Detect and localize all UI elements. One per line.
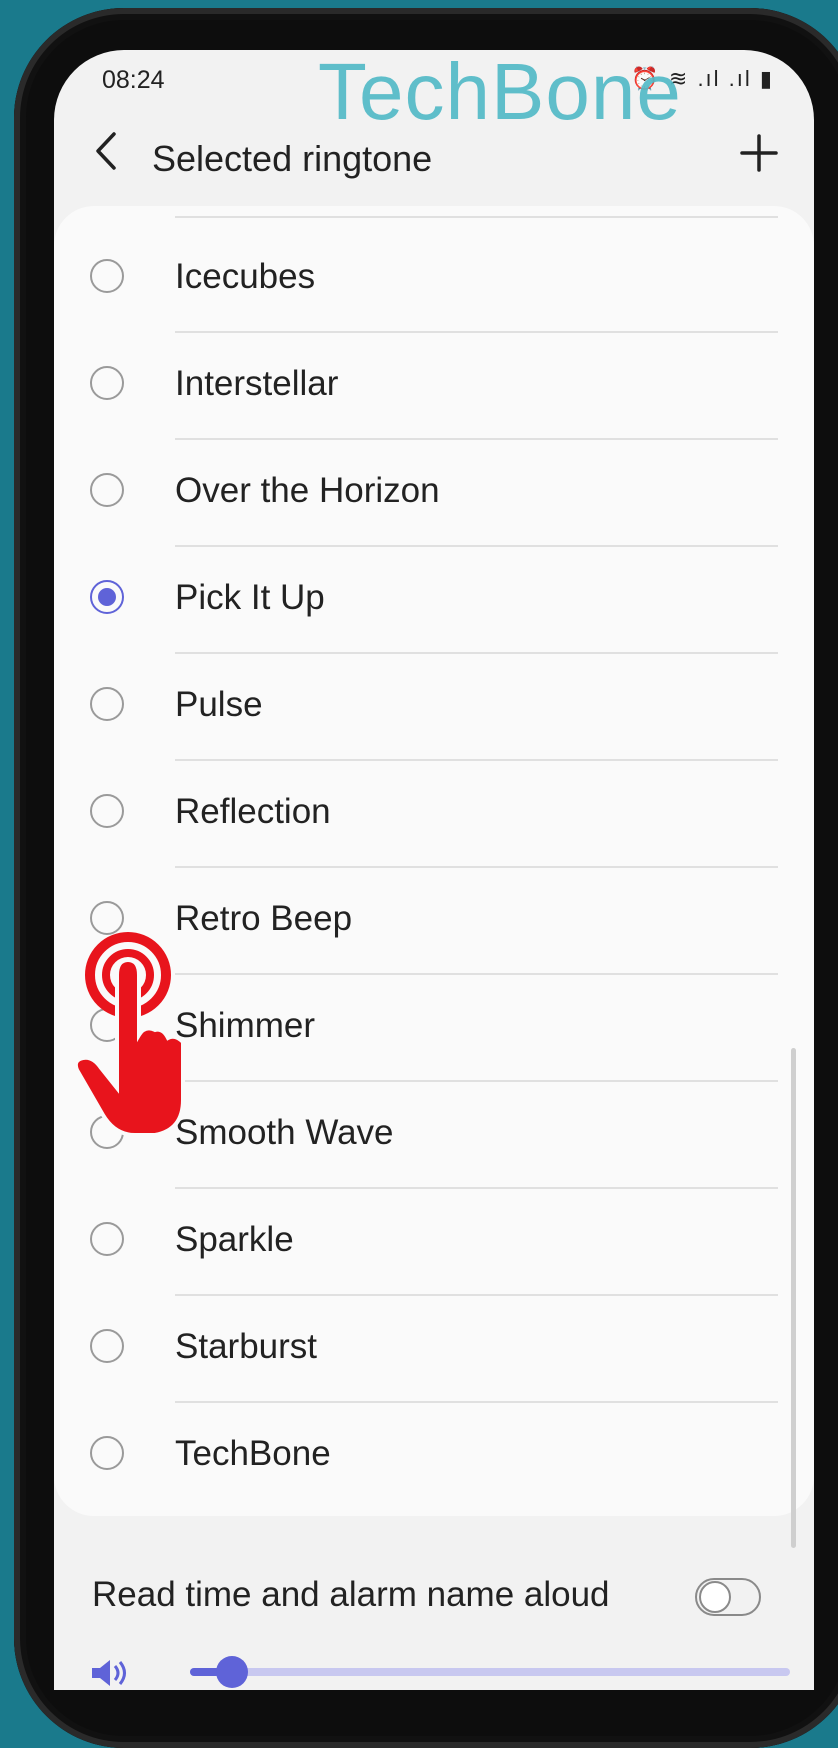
volume-icon: [92, 1660, 126, 1686]
volume-row: [90, 1650, 790, 1690]
ringtone-item[interactable]: Over the Horizon: [54, 439, 814, 547]
add-ringtone-button[interactable]: [734, 128, 784, 178]
radio-unselected[interactable]: [90, 794, 124, 828]
ringtone-list: Icecubes Interstellar Over the Horizon Pick…: [54, 206, 814, 1516]
ringtone-label: TechBone: [175, 1434, 331, 1473]
add-icon: [740, 134, 778, 172]
ringtone-item[interactable]: Starburst: [54, 1295, 814, 1403]
ringtone-item[interactable]: TechBone: [54, 1402, 814, 1509]
ringtone-item[interactable]: Interstellar: [54, 332, 814, 440]
ringtone-item[interactable]: Pick It Up: [54, 546, 814, 654]
ringtone-item[interactable]: Pulse: [54, 653, 814, 761]
ringtone-label: Over the Horizon: [175, 471, 440, 510]
radio-unselected[interactable]: [90, 687, 124, 721]
back-arrow-icon: [96, 132, 116, 170]
ringtone-label: Interstellar: [175, 364, 339, 403]
page-title: Selected ringtone: [152, 138, 433, 179]
ringtone-label: Icecubes: [175, 257, 316, 296]
ringtone-label: Pulse: [175, 685, 263, 724]
back-button[interactable]: [92, 130, 132, 180]
radio-unselected[interactable]: [90, 366, 124, 400]
read-aloud-toggle[interactable]: [695, 1578, 761, 1616]
radio-selected[interactable]: [90, 580, 124, 614]
radio-unselected[interactable]: [90, 473, 124, 507]
screen: 08:24 ⏰ ≋ .ıl .ıl ▮ TechBone Selected ri…: [54, 50, 814, 1690]
ringtone-label: Sparkle: [175, 1220, 294, 1259]
ringtone-label: Reflection: [175, 792, 331, 831]
radio-unselected[interactable]: [90, 1222, 124, 1256]
list-divider: [175, 216, 778, 218]
ringtone-label: Starburst: [175, 1327, 317, 1366]
radio-unselected[interactable]: [90, 1329, 124, 1363]
scrollbar[interactable]: [791, 1048, 796, 1548]
toggle-knob: [699, 1581, 731, 1613]
ringtone-item[interactable]: Reflection: [54, 760, 814, 868]
volume-slider[interactable]: [190, 1656, 790, 1688]
radio-unselected[interactable]: [90, 1436, 124, 1470]
radio-unselected[interactable]: [90, 259, 124, 293]
volume-slider-thumb[interactable]: [216, 1656, 248, 1688]
status-time: 08:24: [102, 66, 165, 94]
tap-hand-icon: [75, 932, 185, 1137]
ringtone-label: Pick It Up: [175, 578, 325, 617]
ringtone-item[interactable]: Sparkle: [54, 1188, 814, 1296]
ringtone-item[interactable]: Icecubes: [54, 225, 814, 333]
read-aloud-label: Read time and alarm name aloud: [92, 1575, 610, 1614]
app-header: Selected ringtone: [54, 110, 814, 200]
